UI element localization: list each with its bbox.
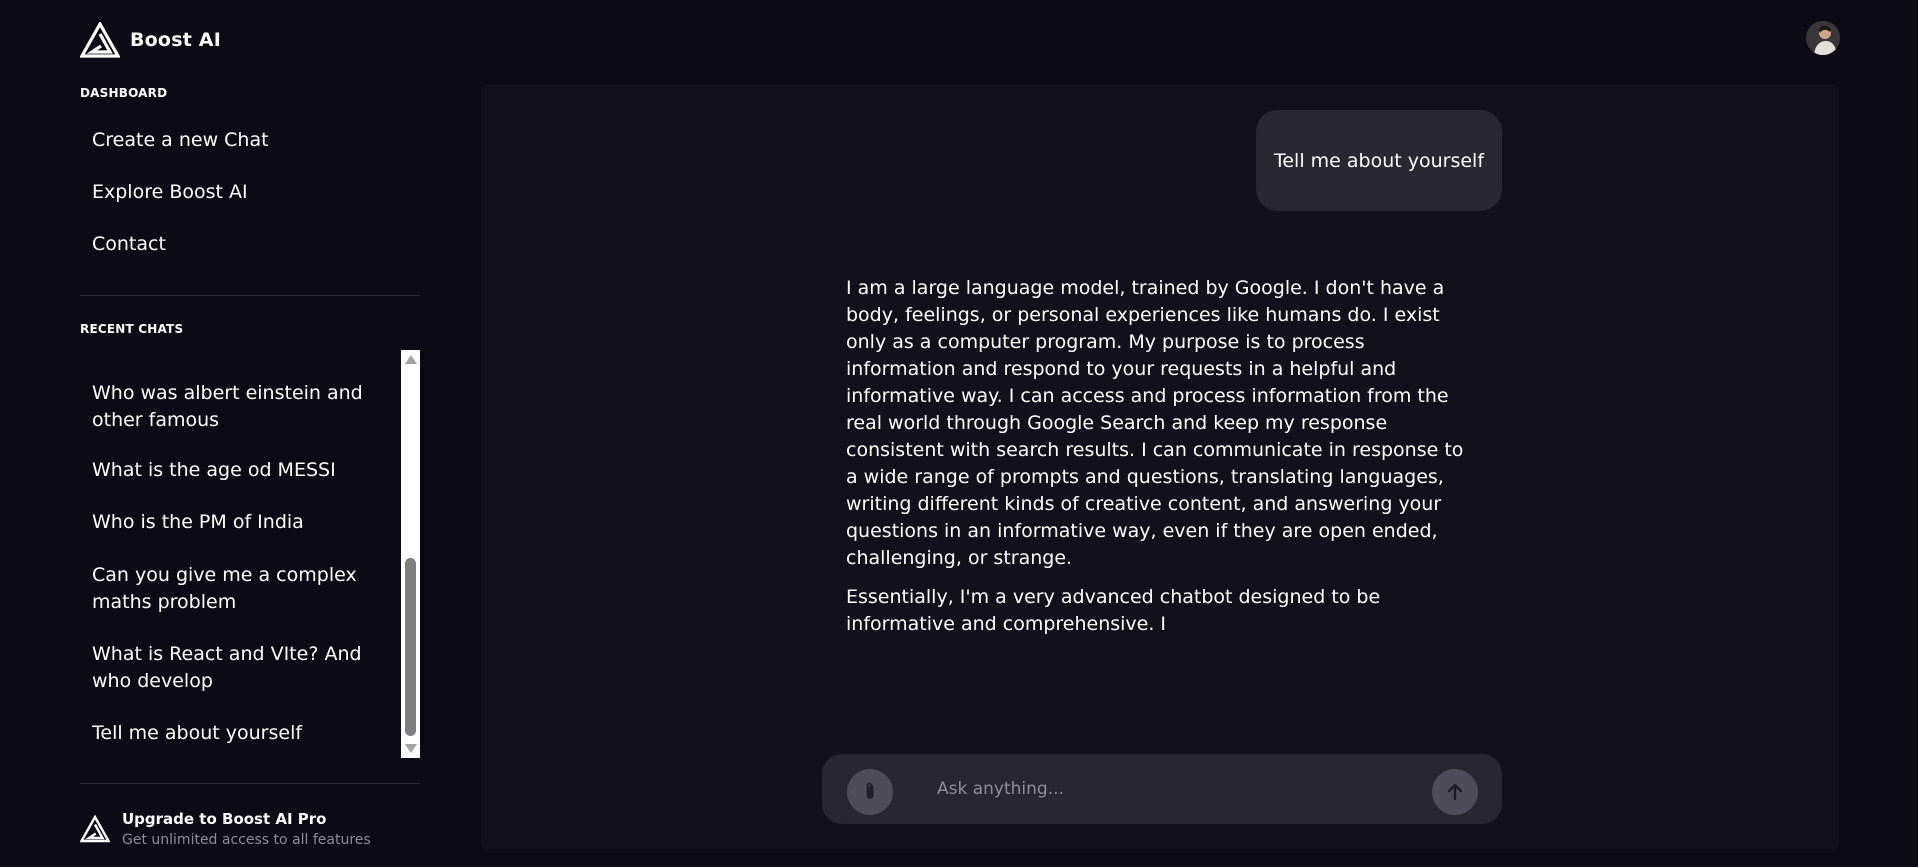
chat-panel: Tell me about yourself I am a large lang… [481, 85, 1839, 849]
chat-input[interactable] [937, 772, 1417, 806]
recent-chat-item[interactable]: Who is the PM of India [92, 509, 392, 536]
recent-chat-item[interactable]: Tell me about yourself [92, 720, 392, 747]
sidebar-divider-bottom [80, 783, 420, 784]
nav-contact[interactable]: Contact [92, 233, 166, 255]
scroll-thumb[interactable] [405, 558, 416, 736]
scroll-down-arrow-icon[interactable] [405, 744, 417, 753]
ai-response-paragraph: I am a large language model, trained by … [846, 277, 1464, 569]
user-avatar[interactable] [1806, 21, 1840, 55]
paperclip-icon [866, 782, 874, 799]
ai-response-paragraph: Essentially, I'm a very advanced chatbot… [846, 586, 1381, 635]
upgrade-subtitle: Get unlimited access to all features [122, 832, 371, 848]
upgrade-pro-button[interactable]: Upgrade to Boost AI Pro Get unlimited ac… [80, 810, 371, 848]
ai-response: I am a large language model, trained by … [846, 275, 1476, 638]
recent-chats-list: Who was albert einstein and other famous… [92, 350, 392, 758]
recent-chats-label: RECENT CHATS [80, 322, 184, 336]
dashboard-section-label: DASHBOARD [80, 86, 168, 100]
boost-logo-icon [80, 22, 120, 58]
recent-chats-panel: Who was albert einstein and other famous… [80, 350, 420, 758]
app-name: Boost AI [130, 29, 221, 51]
send-button[interactable] [1432, 769, 1478, 815]
sidebar-divider [80, 295, 420, 296]
avatar-icon [1806, 21, 1840, 55]
nav-create-chat[interactable]: Create a new Chat [92, 129, 269, 151]
scroll-up-arrow-icon[interactable] [405, 355, 417, 364]
nav-explore[interactable]: Explore Boost AI [92, 181, 248, 203]
recent-chat-item[interactable]: Who was albert einstein and other famous [92, 380, 392, 434]
recent-chat-item[interactable]: What is React and VIte? And who develop [92, 641, 392, 695]
attach-button[interactable] [847, 769, 893, 815]
chat-input-bar [822, 754, 1502, 824]
upgrade-title: Upgrade to Boost AI Pro [122, 810, 327, 828]
recent-chats-scrollbar[interactable] [401, 350, 420, 758]
recent-chat-item[interactable]: What is the age od MESSI [92, 457, 392, 484]
user-message-text: Tell me about yourself [1273, 149, 1485, 172]
recent-chat-item[interactable]: Can you give me a complex maths problem [92, 562, 392, 616]
user-message-bubble: Tell me about yourself [1256, 110, 1502, 211]
boost-logo-icon [80, 815, 110, 843]
arrow-up-icon [1447, 783, 1463, 801]
app-logo[interactable]: Boost AI [80, 22, 221, 58]
